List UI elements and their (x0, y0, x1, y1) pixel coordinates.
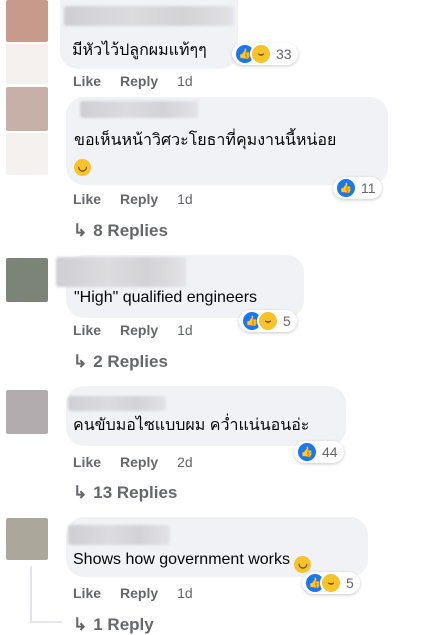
comment-actions: Like Reply 1d (73, 73, 193, 89)
avatar-placeholder (6, 133, 48, 175)
view-replies-link[interactable]: ↳ 13 Replies (73, 483, 177, 503)
reply-arrow-icon: ↳ (73, 221, 88, 240)
comment-actions: Like Reply 2d (73, 454, 193, 470)
comment-actions: Like Reply 1d (73, 585, 193, 601)
replies-label: 2 Replies (93, 352, 168, 371)
comment-bubble: Shows how government works ◡ (66, 517, 368, 577)
avatar-placeholder (6, 44, 48, 84)
reply-button[interactable]: Reply (120, 585, 158, 601)
reaction-count: 44 (322, 444, 338, 460)
reaction-summary[interactable]: 👍 ⌣ 5 (239, 310, 297, 332)
commenter-name-redacted[interactable] (68, 525, 170, 545)
reply-button[interactable]: Reply (120, 454, 158, 470)
timestamp[interactable]: 1d (177, 322, 193, 338)
haha-icon: ⌣ (250, 43, 272, 65)
reaction-summary[interactable]: 👍 44 (294, 441, 344, 463)
comment-text: ขอเห็นหน้าวิศวะโยธาที่คุมงานนี้หน่อย (74, 130, 336, 152)
haha-icon: ⌣ (320, 572, 342, 594)
commenter-name-redacted[interactable] (56, 257, 186, 287)
view-replies-link[interactable]: ↳ 1 Reply (73, 615, 154, 635)
grinning-emoji-icon: ◡ (74, 159, 91, 176)
haha-icon: ⌣ (257, 310, 279, 332)
reply-arrow-icon: ↳ (73, 483, 88, 502)
view-replies-link[interactable]: ↳ 8 Replies (73, 221, 168, 241)
reply-arrow-icon: ↳ (73, 615, 88, 634)
thread-line (30, 621, 62, 623)
like-button[interactable]: Like (73, 322, 101, 338)
commenter-name-redacted[interactable] (64, 6, 234, 26)
comment-thread: มีหัวไว้ปลูกผมแท้ๆๆ 👍 ⌣ 33 Like Reply 1d ข… (0, 0, 427, 635)
like-icon: 👍 (335, 177, 357, 199)
comment-bubble: ขอเห็นหน้าวิศวะโยธาที่คุมงานนี้หน่อย ◡ (66, 97, 388, 185)
timestamp[interactable]: 1d (177, 191, 193, 207)
reaction-count: 5 (346, 575, 354, 591)
timestamp[interactable]: 2d (177, 454, 193, 470)
comment-text-body: Shows how government works (73, 551, 290, 568)
like-button[interactable]: Like (73, 191, 101, 207)
like-button[interactable]: Like (73, 585, 101, 601)
comment-text: Shows how government works ◡ (73, 549, 312, 573)
reply-button[interactable]: Reply (120, 191, 158, 207)
avatar[interactable] (6, 0, 48, 42)
reaction-summary[interactable]: 👍 ⌣ 5 (302, 572, 360, 594)
replies-label: 8 Replies (93, 221, 168, 240)
avatar[interactable] (6, 390, 48, 434)
timestamp[interactable]: 1d (177, 73, 193, 89)
comment-bubble: มีหัวไว้ปลูกผมแท้ๆๆ (60, 0, 238, 69)
reply-button[interactable]: Reply (120, 322, 158, 338)
comment-text: มีหัวไว้ปลูกผมแท้ๆๆ (72, 42, 207, 59)
like-icon: 👍 (296, 441, 318, 463)
like-button[interactable]: Like (73, 73, 101, 89)
comment-bubble: คนขับมอไซแบบผม คว่ำแน่นอนอ่ะ (66, 386, 346, 446)
commenter-name-redacted[interactable] (68, 396, 166, 411)
comment-bubble: "High" qualified engineers (56, 255, 304, 318)
avatar[interactable] (6, 258, 48, 302)
replies-label: 13 Replies (93, 483, 178, 502)
reaction-count: 11 (361, 180, 376, 196)
comment-text-body: ขอเห็นหน้าวิศวะโยธาที่คุมงานนี้หน่อย (74, 132, 337, 149)
reaction-count: 5 (283, 313, 291, 329)
reaction-summary[interactable]: 👍 ⌣ 33 (232, 43, 298, 65)
comment-text: "High" qualified engineers (74, 289, 258, 306)
thread-line (30, 566, 32, 622)
grinning-emoji-icon: ◡ (294, 556, 312, 573)
comment-actions: Like Reply 1d (73, 322, 193, 338)
reply-arrow-icon: ↳ (73, 352, 88, 371)
reaction-summary[interactable]: 👍 11 (333, 177, 382, 199)
comment-text: คนขับมอไซแบบผม คว่ำแน่นอนอ่ะ (73, 417, 310, 434)
replies-label: 1 Reply (93, 615, 154, 634)
reply-button[interactable]: Reply (120, 73, 158, 89)
commenter-name-redacted[interactable] (80, 101, 198, 118)
avatar[interactable] (6, 518, 48, 560)
reaction-count: 33 (276, 46, 292, 62)
comment-actions: Like Reply 1d (73, 191, 193, 207)
avatar[interactable] (6, 87, 48, 131)
timestamp[interactable]: 1d (177, 585, 193, 601)
view-replies-link[interactable]: ↳ 2 Replies (73, 352, 168, 372)
like-button[interactable]: Like (73, 454, 101, 470)
